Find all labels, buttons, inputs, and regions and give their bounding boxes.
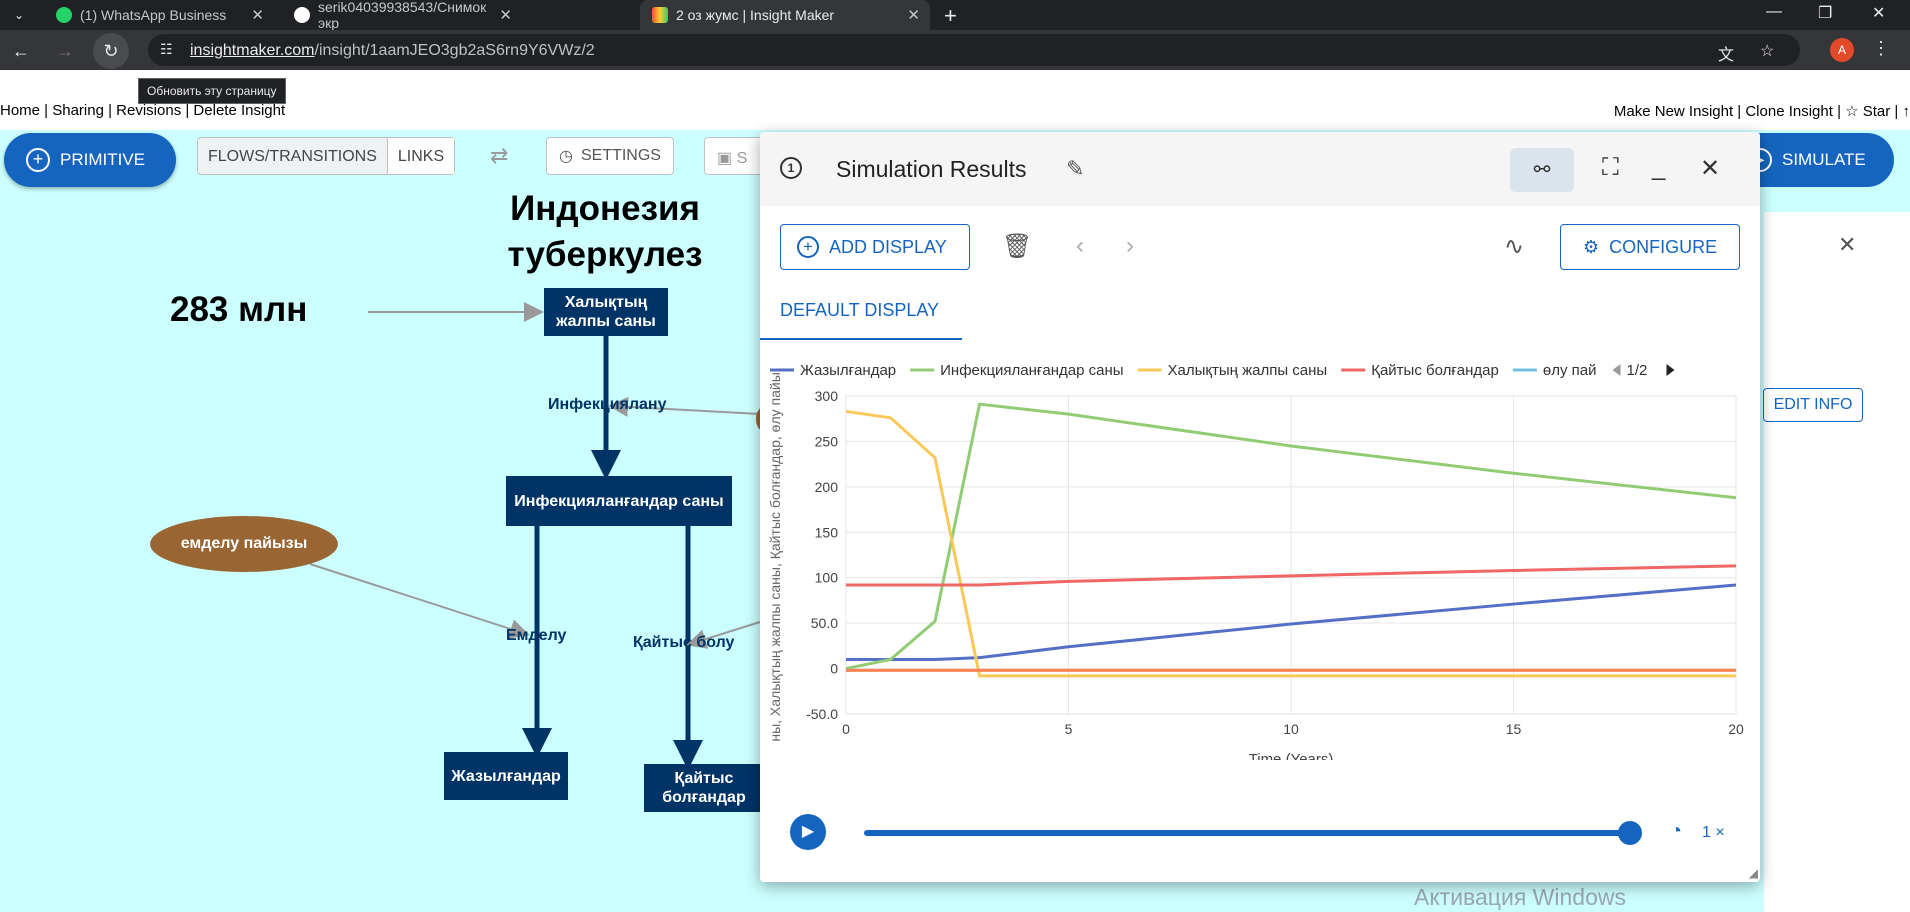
- y-tick-label: 100: [815, 570, 839, 586]
- flow-death-label[interactable]: Қайтыс болу: [633, 634, 734, 652]
- stock-population[interactable]: Халықтың жалпы саны: [544, 288, 668, 336]
- legend-entry-1: Инфекцияланғандар саны: [940, 362, 1123, 379]
- close-dialog-icon[interactable]: ✕: [1700, 154, 1720, 183]
- legend-entry-4: өлу пай: [1543, 362, 1597, 379]
- close-panel-icon[interactable]: ✕: [1838, 232, 1856, 258]
- speed-label[interactable]: 1 ×: [1702, 824, 1725, 842]
- add-circle-icon: +: [797, 236, 819, 258]
- variable-treatment-rate[interactable]: емделу пайызы: [150, 516, 338, 572]
- legend-entry-2: Халықтың жалпы саны: [1168, 362, 1328, 379]
- legend-entry-0: Жазылғандар: [800, 362, 896, 379]
- previous-display-icon[interactable]: ‹: [1076, 232, 1084, 260]
- y-tick-label: 150: [815, 524, 839, 540]
- minimize-icon[interactable]: _: [1652, 154, 1665, 182]
- legend-next-icon: [1666, 364, 1675, 376]
- y-tick-label: 200: [815, 479, 839, 495]
- x-tick-label: 15: [1506, 721, 1522, 737]
- dialog-header: 1 Simulation Results ✎ ⚯ ⛶ _ ✕: [760, 132, 1760, 206]
- dialog-title: Simulation Results: [836, 156, 1027, 182]
- delete-icon[interactable]: 🗑: [1002, 232, 1032, 261]
- population-value-label[interactable]: 283 млн: [170, 290, 307, 330]
- flow-treatment-label[interactable]: Емделу: [506, 627, 566, 645]
- y-axis-label: ны, Халықтың жалпы саны, Қайтыс болғанда…: [767, 368, 783, 741]
- gear-icon: ⚙: [1583, 236, 1600, 257]
- legend-entry-3: Қайтыс болғандар: [1371, 362, 1499, 379]
- add-display-label: ADD DISPLAY: [829, 236, 947, 257]
- speed-gauge-icon[interactable]: ◔: [1670, 820, 1682, 843]
- y-tick-label: 0: [830, 661, 838, 677]
- x-axis-label: Time (Years): [1249, 751, 1334, 760]
- play-icon[interactable]: ▶: [790, 814, 826, 850]
- resize-handle-icon[interactable]: ◢: [1749, 866, 1758, 880]
- stock-dead[interactable]: Қайтыс болғандар: [644, 764, 764, 812]
- next-display-icon[interactable]: ›: [1126, 232, 1134, 260]
- windows-activation-watermark: Активация Windows: [1414, 884, 1626, 910]
- x-tick-label: 10: [1283, 721, 1299, 737]
- maximize-icon[interactable]: ⛶: [1602, 154, 1619, 182]
- edit-info-button[interactable]: EDIT INFO: [1763, 388, 1863, 422]
- compare-results-icon[interactable]: ⚯: [1510, 148, 1574, 192]
- flow-infection-label[interactable]: Инфекциялану: [548, 396, 667, 414]
- stock-infected[interactable]: Инфекцияланғандар саны: [506, 476, 732, 526]
- time-slider-handle[interactable]: [1618, 821, 1642, 845]
- info-icon[interactable]: 1: [780, 157, 802, 179]
- tab-default-display[interactable]: DEFAULT DISPLAY: [780, 300, 939, 321]
- y-tick-label: -50.0: [806, 706, 838, 722]
- info-side-panel: [1764, 212, 1910, 912]
- signature-icon[interactable]: ∿: [1504, 232, 1524, 261]
- configure-button[interactable]: ⚙ CONFIGURE: [1560, 224, 1740, 270]
- simulation-results-dialog: 1 Simulation Results ✎ ⚯ ⛶ _ ✕ + ADD DIS…: [760, 132, 1760, 882]
- x-tick-label: 0: [842, 721, 850, 737]
- add-display-button[interactable]: + ADD DISPLAY: [780, 224, 970, 270]
- model-title[interactable]: Индонезия туберкулез: [490, 186, 720, 278]
- x-tick-label: 20: [1728, 721, 1744, 737]
- x-tick-label: 5: [1065, 721, 1073, 737]
- stock-recovered[interactable]: Жазылғандар: [444, 752, 568, 800]
- time-slider-track[interactable]: [864, 830, 1634, 836]
- reload-tooltip: Обновить эту страницу: [138, 78, 286, 104]
- legend-prev-icon: [1612, 364, 1621, 376]
- edit-title-icon[interactable]: ✎: [1066, 156, 1084, 182]
- legend-page-label: 1/2: [1626, 362, 1647, 379]
- y-tick-label: 50.0: [811, 615, 838, 631]
- y-tick-label: 300: [815, 388, 839, 404]
- configure-label: CONFIGURE: [1609, 236, 1718, 257]
- simulation-chart: 0 5 10 15 2030025020015010050.00-50.0Time (Y…: [767, 362, 1744, 760]
- link-rate-to-treatment[interactable]: [309, 563, 530, 639]
- y-tick-label: 250: [815, 433, 839, 449]
